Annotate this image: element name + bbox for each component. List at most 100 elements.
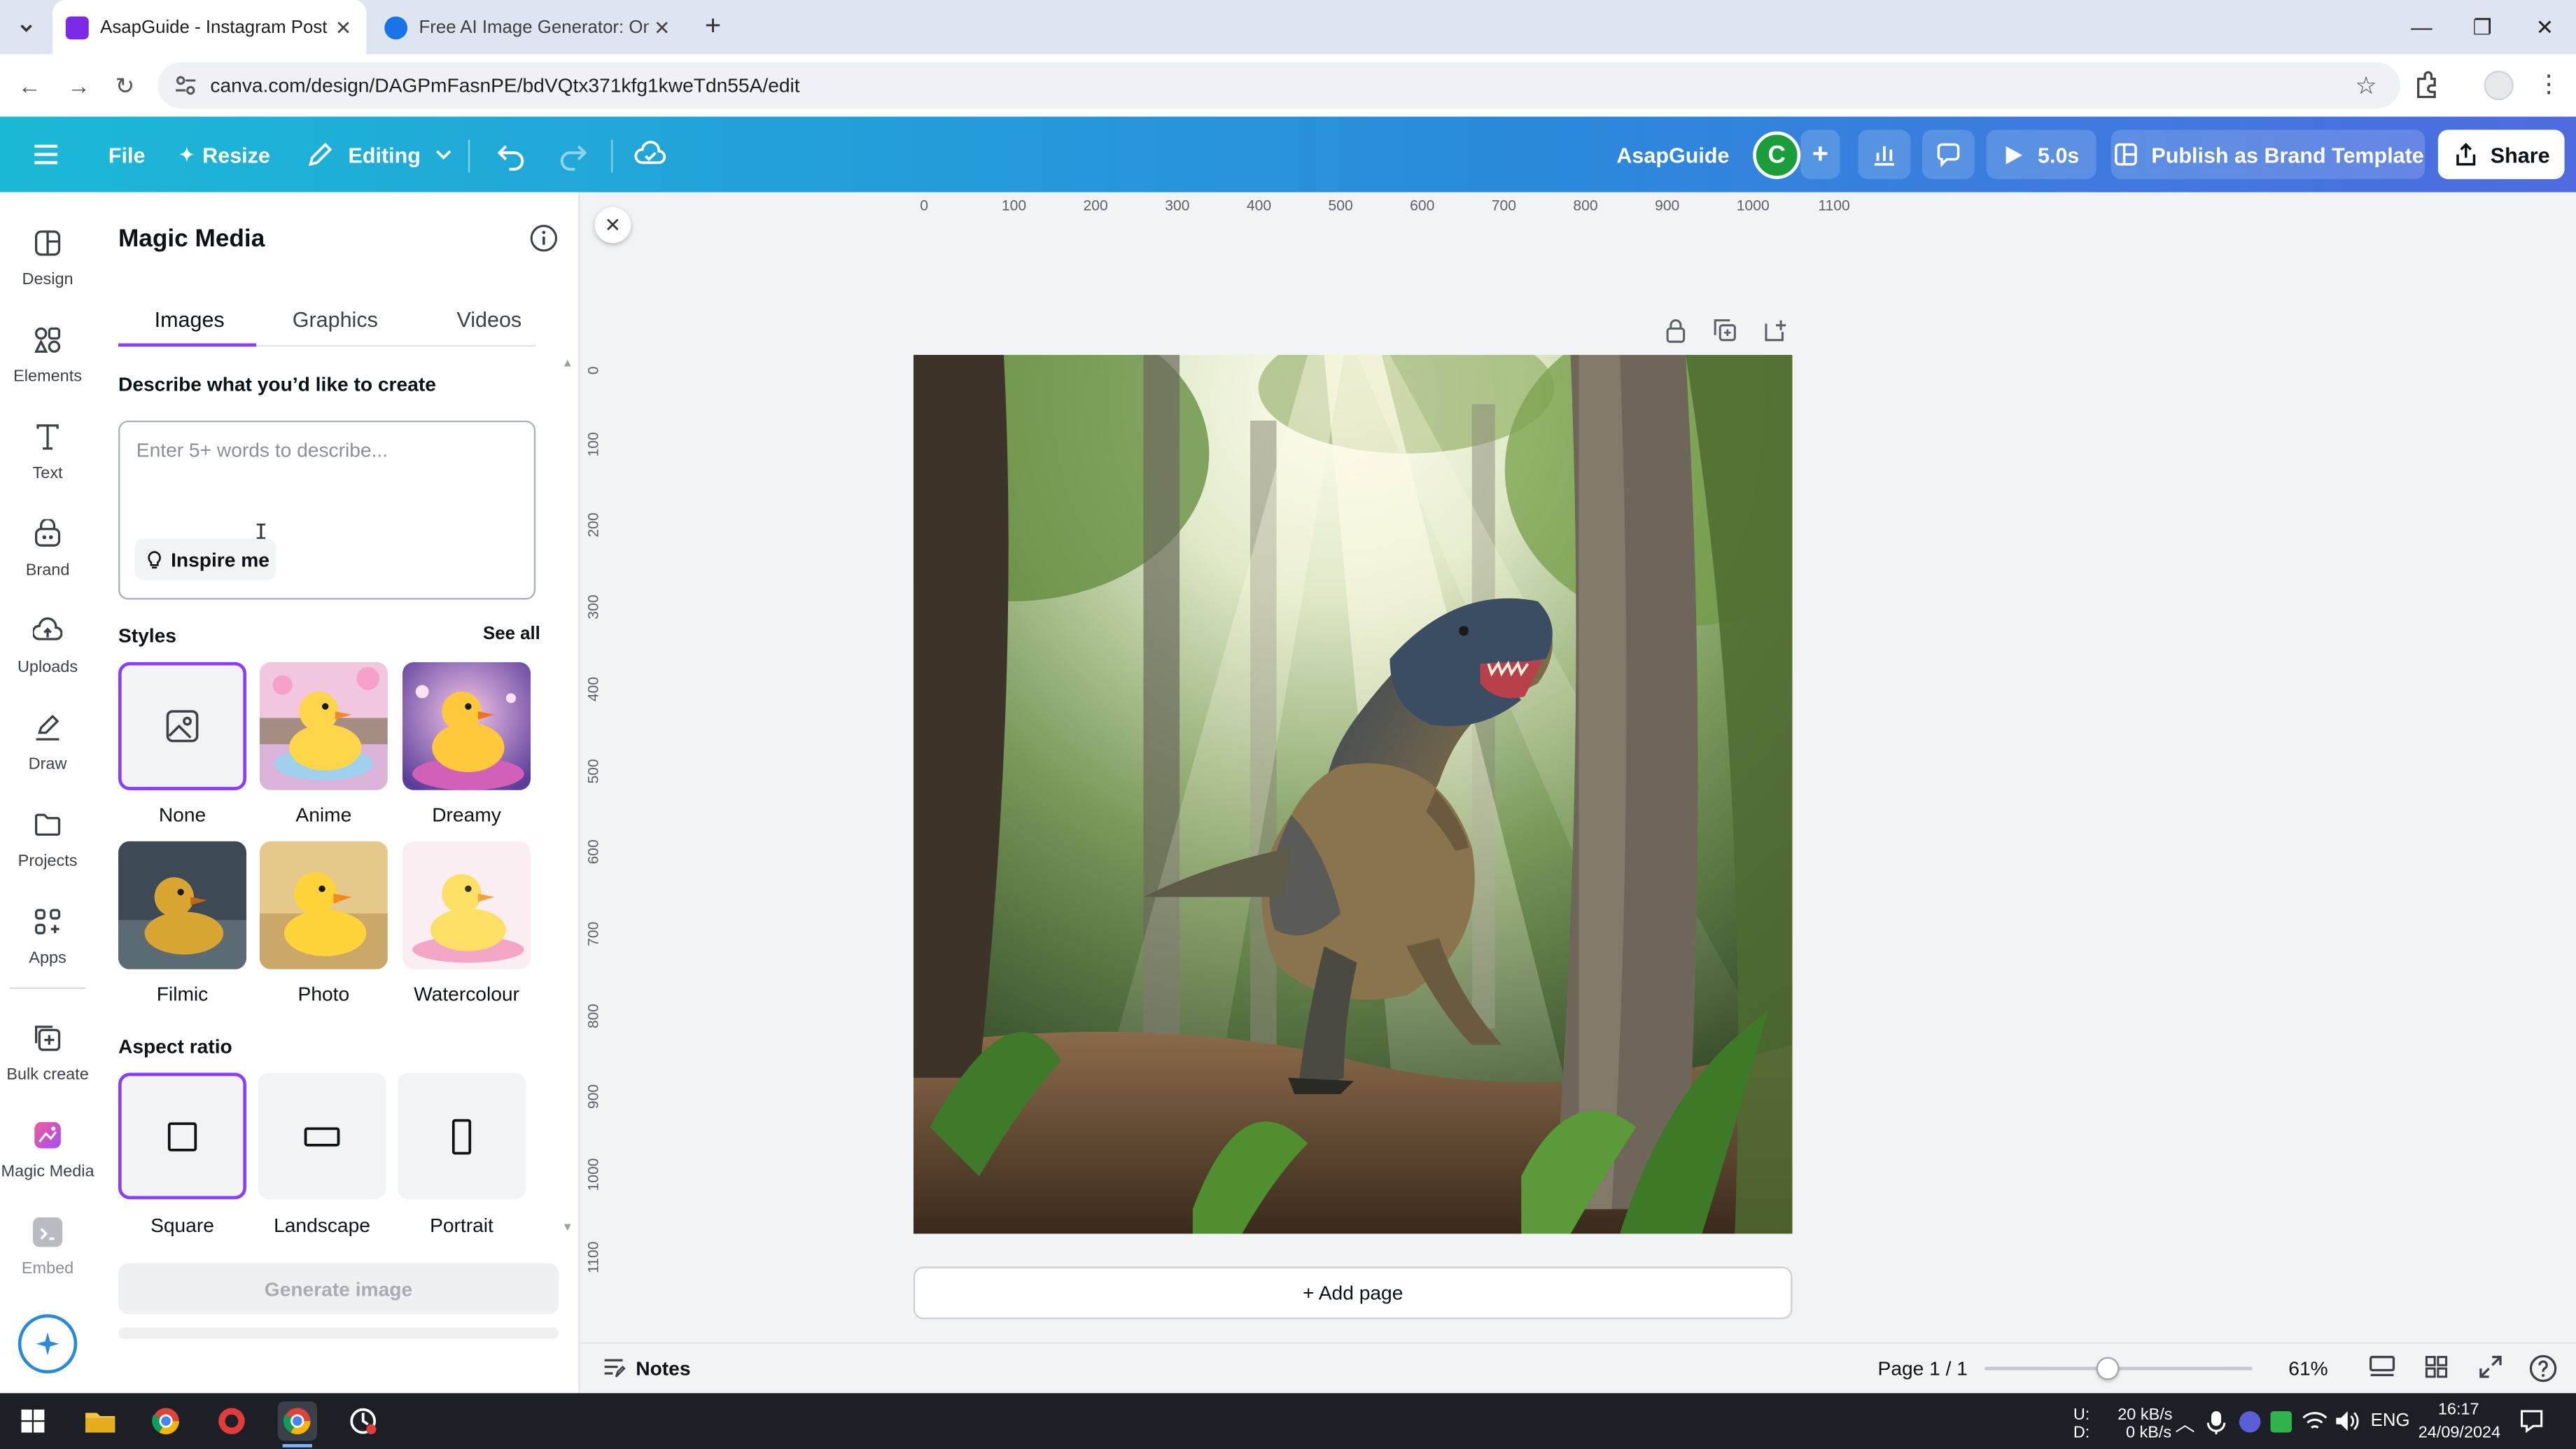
rail-item-apps[interactable]: Apps <box>0 877 95 969</box>
minimize-icon[interactable]: — <box>2390 0 2453 54</box>
see-all-link[interactable]: See all <box>483 624 540 644</box>
rail-item-magic-media[interactable]: Magic Media <box>0 1091 95 1182</box>
rail-item-embed[interactable]: Embed <box>0 1188 95 1280</box>
close-tab-icon[interactable]: ✕ <box>330 15 357 38</box>
browser-menu-icon[interactable]: ⋮ <box>2537 69 2561 99</box>
comments-button[interactable] <box>1921 130 1975 179</box>
notifications-icon[interactable] <box>2519 1408 2545 1434</box>
share-button[interactable]: Share <box>2437 130 2565 179</box>
site-settings-icon[interactable] <box>174 74 197 97</box>
url-bar[interactable]: canva.com/design/DAGPmFasnPE/bdVQtx371kf… <box>158 62 2400 108</box>
redo-icon[interactable] <box>557 117 590 192</box>
chrome-active-icon[interactable] <box>277 1401 317 1441</box>
page-view-icon[interactable] <box>2367 1354 2397 1380</box>
browser-tab[interactable]: Free AI Image Generator: Onlin ✕ <box>371 0 685 54</box>
notes-button[interactable]: Notes <box>601 1355 691 1380</box>
style-tile-photo[interactable] <box>259 841 388 969</box>
screen-capture-icon[interactable] <box>344 1401 383 1441</box>
toolbar-divider <box>611 139 613 173</box>
resize-button[interactable]: ✦ Resize <box>179 117 270 192</box>
editing-mode-dropdown[interactable]: Editing <box>306 117 454 192</box>
info-icon[interactable] <box>529 223 559 253</box>
close-icon: ✕ <box>604 214 622 237</box>
tab-search-button[interactable] <box>10 11 43 44</box>
user-avatar[interactable]: C <box>1753 131 1801 179</box>
undo-icon[interactable] <box>494 117 527 192</box>
grid-view-icon[interactable] <box>2423 1354 2450 1380</box>
tray-app-icon[interactable] <box>2239 1411 2261 1433</box>
reload-icon[interactable]: ↻ <box>108 69 141 102</box>
tab-videos[interactable]: Videos <box>456 307 522 332</box>
rail-item-projects[interactable]: Projects <box>0 780 95 872</box>
file-menu[interactable]: File <box>108 117 146 192</box>
style-tile-none[interactable] <box>118 662 247 790</box>
rail-item-brand[interactable]: Brand <box>0 489 95 581</box>
volume-icon[interactable] <box>2334 1410 2361 1433</box>
help-icon[interactable] <box>2528 1354 2558 1383</box>
magic-assistant-button[interactable] <box>18 1314 78 1374</box>
tray-green-app-icon[interactable] <box>2270 1411 2292 1433</box>
zoom-slider-thumb[interactable] <box>2096 1357 2120 1380</box>
rail-label: Elements <box>13 368 82 386</box>
insights-button[interactable] <box>1858 130 1911 179</box>
notes-icon <box>604 1359 626 1378</box>
fullscreen-icon[interactable] <box>2477 1354 2504 1380</box>
windows-start-icon[interactable] <box>13 1401 52 1441</box>
back-icon[interactable]: ← <box>13 69 46 102</box>
close-tab-icon[interactable]: ✕ <box>649 15 676 38</box>
bookmark-star-icon[interactable]: ☆ <box>2355 71 2377 100</box>
recorder-app-icon[interactable] <box>212 1401 251 1441</box>
publish-brand-template-button[interactable]: Publish as Brand Template <box>2110 130 2426 179</box>
restore-icon[interactable]: ❐ <box>2451 0 2514 54</box>
duplicate-page-icon[interactable] <box>1712 317 1739 344</box>
generate-image-button[interactable]: Generate image <box>118 1263 559 1315</box>
rail-item-bulk-create[interactable]: Bulk create <box>0 994 95 1086</box>
close-window-icon[interactable]: ✕ <box>2514 0 2576 54</box>
add-page-icon[interactable] <box>1761 317 1788 344</box>
forward-icon[interactable]: → <box>62 69 95 102</box>
microphone-icon[interactable] <box>2206 1410 2226 1436</box>
browser-tab-active[interactable]: AsapGuide - Instagram Post ✕ <box>52 0 367 55</box>
clock-date[interactable]: 24/09/2024 <box>2418 1424 2500 1443</box>
rail-item-text[interactable]: Text <box>0 393 95 484</box>
panel-scrollbar[interactable]: ▲ ▼ <box>562 358 573 1234</box>
present-button[interactable]: 5.0s <box>1986 130 2096 179</box>
tab-graphics[interactable]: Graphics <box>293 307 378 332</box>
inspire-me-button[interactable]: Inspire me <box>134 538 276 580</box>
rail-label: Apps <box>29 949 66 968</box>
design-icon <box>29 225 66 262</box>
design-name[interactable]: AsapGuide <box>1616 117 1729 192</box>
style-tile-filmic[interactable] <box>118 841 247 969</box>
file-explorer-icon[interactable] <box>80 1401 120 1441</box>
add-page-button[interactable]: + Add page <box>913 1266 1793 1320</box>
chrome-icon[interactable] <box>146 1401 186 1441</box>
zoom-level[interactable]: 61% <box>2288 1357 2328 1380</box>
page-indicator[interactable]: Page 1 / 1 <box>1878 1357 1968 1380</box>
language-indicator[interactable]: ENG <box>2371 1411 2410 1431</box>
aspect-portrait[interactable] <box>397 1072 526 1200</box>
lock-icon[interactable] <box>1664 317 1687 344</box>
style-tile-dreamy[interactable] <box>402 662 531 790</box>
style-tile-anime[interactable] <box>259 662 388 790</box>
network-icon[interactable] <box>2302 1410 2328 1433</box>
design-page-image[interactable] <box>913 354 1793 1234</box>
rail-item-elements[interactable]: Elements <box>0 295 95 387</box>
rail-item-design[interactable]: Design <box>0 199 95 290</box>
profile-avatar[interactable] <box>2484 70 2514 101</box>
tab-images[interactable]: Images <box>155 307 225 332</box>
extensions-icon[interactable] <box>2412 71 2441 100</box>
aspect-square[interactable] <box>118 1072 247 1200</box>
style-tile-watercolour[interactable] <box>402 841 531 969</box>
clock-time[interactable]: 16:17 <box>2438 1401 2479 1420</box>
close-panel-button[interactable]: ✕ <box>594 206 631 244</box>
cloud-saved-icon[interactable] <box>634 117 667 192</box>
invite-button[interactable]: + <box>1800 130 1840 179</box>
ruler-tick-label: 300 <box>1165 197 1190 214</box>
rail-item-uploads[interactable]: Uploads <box>0 587 95 678</box>
aspect-landscape[interactable] <box>258 1072 386 1200</box>
new-tab-button[interactable]: + <box>696 10 729 43</box>
zoom-slider[interactable] <box>1984 1357 2253 1380</box>
rail-item-draw[interactable]: Draw <box>0 683 95 775</box>
show-hidden-icons-icon[interactable]: ︿ <box>2175 1410 2194 1438</box>
main-menu-icon[interactable] <box>29 117 62 192</box>
